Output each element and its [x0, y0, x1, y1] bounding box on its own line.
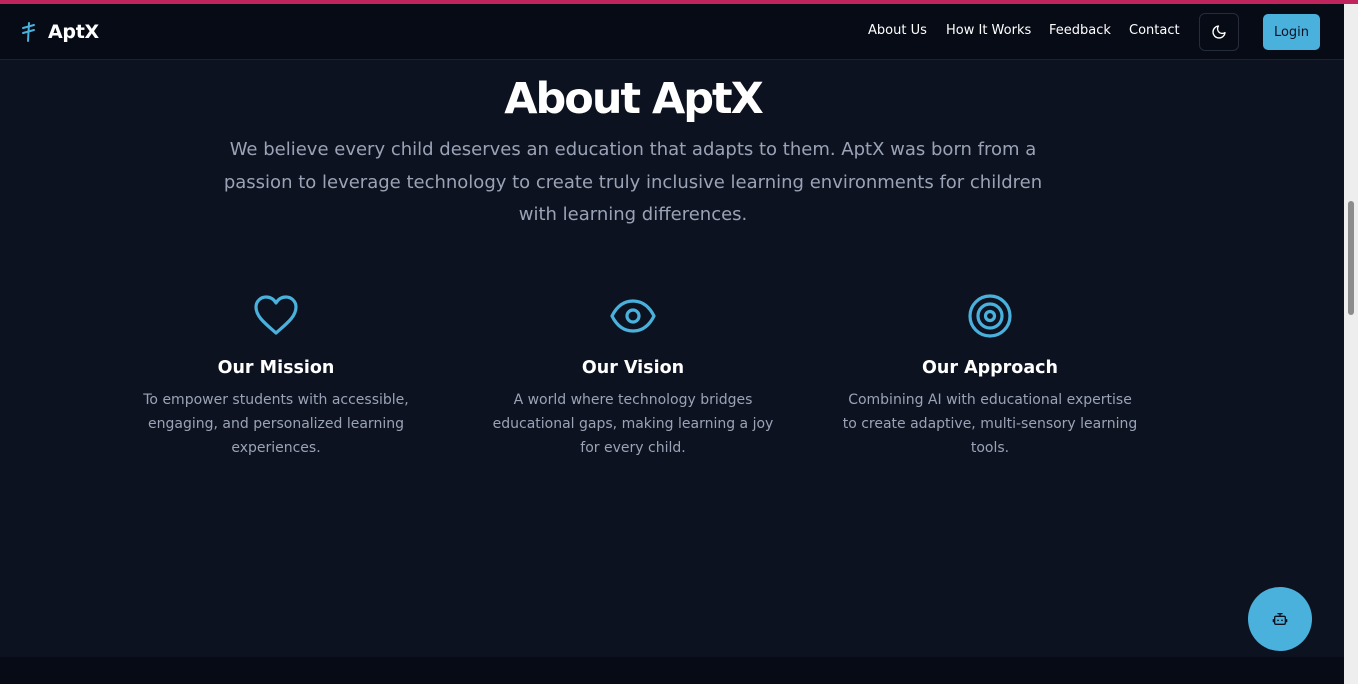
card-text: A world where technology bridges educati…	[492, 392, 774, 456]
chatbot-button[interactable]	[1248, 587, 1312, 651]
moon-icon	[1212, 25, 1226, 39]
card-title: Our Vision	[581, 358, 685, 378]
nav-link-about-us[interactable]: About Us	[868, 23, 927, 38]
nav-link-feedback[interactable]: Feedback	[1049, 23, 1111, 38]
brand[interactable]: AptX	[20, 19, 99, 45]
about-description: We believe every child deserves an educa…	[223, 139, 1043, 225]
card-text: To empower students with accessible, eng…	[143, 392, 409, 456]
nav-link-contact[interactable]: Contact	[1129, 23, 1180, 38]
bot-icon	[1272, 613, 1288, 625]
target-icon	[968, 294, 1012, 338]
footer-strip	[0, 657, 1344, 684]
card-title: Our Mission	[217, 358, 335, 378]
login-button[interactable]: Login	[1263, 14, 1320, 50]
page-scrollbar[interactable]	[1344, 4, 1358, 684]
approach-card: Our Approach Combining AI with education…	[840, 292, 1140, 460]
scrollbar-thumb[interactable]	[1348, 201, 1354, 315]
eye-icon	[610, 299, 656, 333]
card-text: Combining AI with educational expertise …	[842, 392, 1138, 456]
brand-name: AptX	[48, 21, 99, 43]
aptx-logo-icon	[22, 22, 35, 42]
page-title: About AptX	[504, 74, 764, 124]
theme-toggle-button[interactable]	[1199, 13, 1239, 51]
heart-icon	[254, 295, 298, 335]
navbar: AptX About Us How It Works Feedback Cont…	[0, 4, 1344, 60]
mission-card: Our Mission To empower students with acc…	[126, 292, 426, 460]
card-title: Our Approach	[922, 358, 1058, 378]
nav-link-how-it-works[interactable]: How It Works	[946, 23, 1031, 38]
vision-card: Our Vision A world where technology brid…	[483, 292, 783, 460]
